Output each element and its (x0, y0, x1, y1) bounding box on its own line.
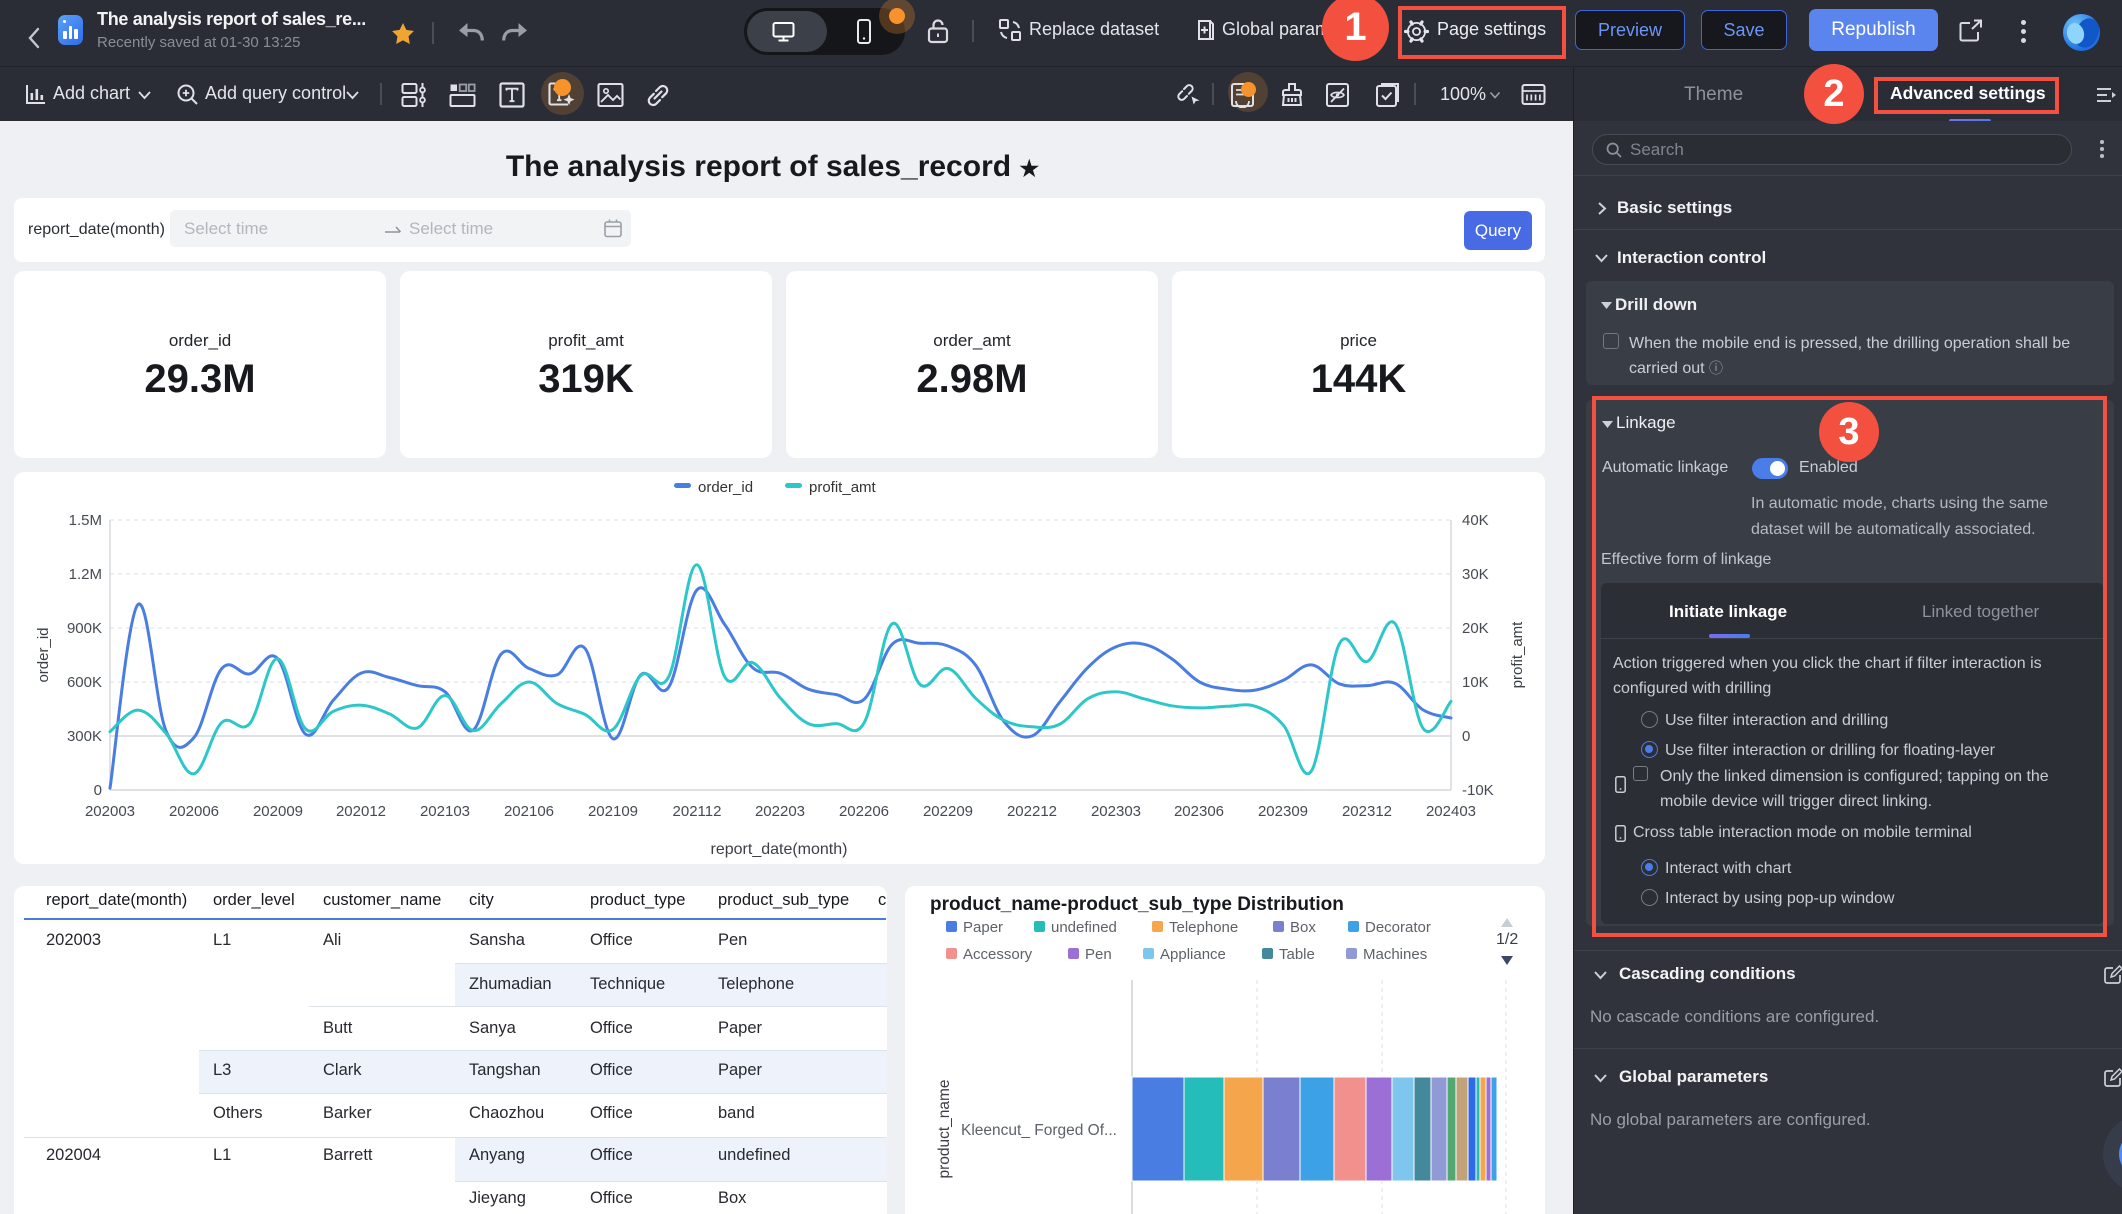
svg-text:Appliance: Appliance (1160, 946, 1226, 963)
svg-text:Box: Box (1290, 919, 1316, 936)
svg-text:report_date(month): report_date(month) (711, 841, 848, 858)
svg-text:202009: 202009 (253, 803, 303, 820)
svg-text:202306: 202306 (1174, 803, 1224, 820)
svg-text:Table: Table (1279, 946, 1315, 963)
svg-text:Telephone: Telephone (1169, 919, 1238, 936)
svg-text:202403: 202403 (1426, 803, 1476, 820)
svg-text:202106: 202106 (504, 803, 554, 820)
svg-text:profit_amt: profit_amt (1509, 621, 1526, 689)
svg-text:30K: 30K (1462, 566, 1489, 583)
svg-text:1/2: 1/2 (1496, 931, 1518, 948)
svg-text:0: 0 (1462, 728, 1470, 745)
svg-text:undefined: undefined (1051, 919, 1117, 936)
svg-text:Decorator: Decorator (1365, 919, 1431, 936)
svg-text:Accessory: Accessory (963, 946, 1033, 963)
svg-text:0: 0 (94, 782, 102, 799)
svg-text:Machines: Machines (1363, 946, 1427, 963)
svg-text:202312: 202312 (1342, 803, 1392, 820)
svg-text:202209: 202209 (923, 803, 973, 820)
svg-text:202309: 202309 (1258, 803, 1308, 820)
svg-text:202203: 202203 (755, 803, 805, 820)
svg-text:202003: 202003 (85, 803, 135, 820)
svg-text:202112: 202112 (673, 803, 722, 820)
svg-text:300K: 300K (67, 728, 102, 745)
svg-text:1.5M: 1.5M (69, 512, 102, 529)
svg-text:202109: 202109 (588, 803, 638, 820)
svg-text:Pen: Pen (1085, 946, 1112, 963)
svg-text:product_name: product_name (936, 1079, 953, 1178)
svg-text:-10K: -10K (1462, 782, 1494, 799)
svg-text:20K: 20K (1462, 620, 1489, 637)
svg-text:40K: 40K (1462, 512, 1489, 529)
svg-text:600K: 600K (67, 674, 102, 691)
svg-text:1.2M: 1.2M (69, 566, 102, 583)
svg-text:order_id: order_id (35, 627, 52, 682)
svg-text:order_id: order_id (698, 479, 753, 496)
svg-text:Paper: Paper (963, 919, 1003, 936)
svg-text:900K: 900K (67, 620, 102, 637)
svg-text:Kleencut_ Forged Of...: Kleencut_ Forged Of... (961, 1122, 1117, 1139)
svg-text:10K: 10K (1462, 674, 1489, 691)
svg-text:202012: 202012 (336, 803, 386, 820)
svg-text:profit_amt: profit_amt (809, 479, 877, 496)
svg-text:202103: 202103 (420, 803, 470, 820)
svg-text:202206: 202206 (839, 803, 889, 820)
svg-text:202006: 202006 (169, 803, 219, 820)
svg-text:202303: 202303 (1091, 803, 1141, 820)
svg-text:202212: 202212 (1007, 803, 1057, 820)
